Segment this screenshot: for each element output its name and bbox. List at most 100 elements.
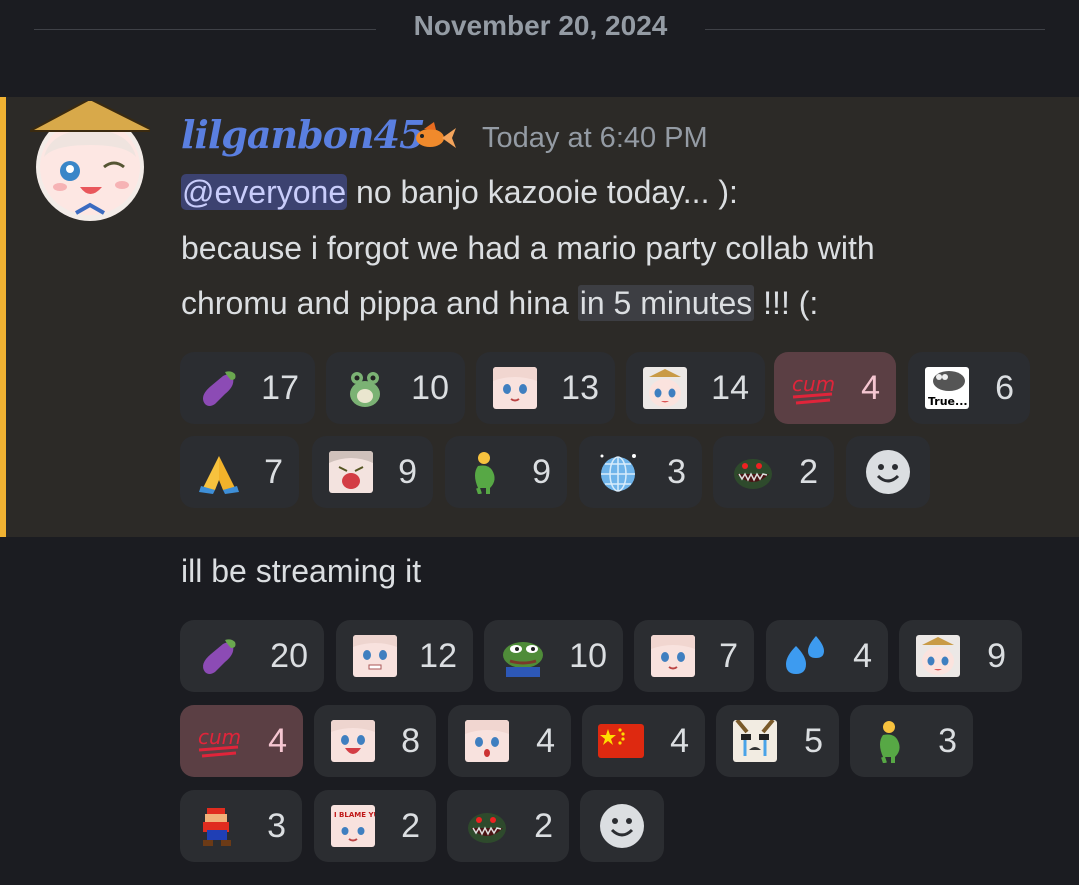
- mario-sprite-icon: [196, 805, 242, 847]
- blame-icon-label: I BLAME YUUKO?: [334, 811, 375, 819]
- reaction-eggplant[interactable]: 20: [180, 620, 324, 692]
- message-2-text: ill be streaming it: [181, 553, 422, 589]
- username[interactable]: lilganbon45: [181, 112, 426, 157]
- reaction-anime-face[interactable]: 7: [634, 620, 754, 692]
- reaction-piranha[interactable]: 2: [713, 436, 834, 508]
- smiley-icon: [866, 450, 910, 494]
- reaction-count: 20: [270, 637, 308, 675]
- message-text: chromu and pippa and hina: [181, 285, 578, 321]
- reaction-count: 10: [569, 637, 607, 675]
- reaction-count: 4: [536, 722, 555, 760]
- anime-face-icon: [492, 367, 538, 409]
- cum-icon-label: cum: [198, 725, 241, 749]
- anime-crying-icon: [328, 451, 374, 493]
- reaction-count: 7: [264, 453, 283, 491]
- reaction-anime-laugh[interactable]: 8: [314, 705, 436, 777]
- reaction-count: 6: [995, 369, 1014, 407]
- reaction-count: 4: [853, 637, 872, 675]
- anime-hat-face-icon: [642, 367, 688, 409]
- blame-yuuko-icon: I BLAME YUUKO?: [330, 805, 376, 847]
- reaction-eggplant[interactable]: 17: [180, 352, 315, 424]
- reaction-count: 4: [861, 369, 880, 407]
- mirror-ball-icon: [595, 451, 641, 493]
- divider-line-left: [34, 29, 376, 30]
- reaction-anime-face[interactable]: 13: [476, 352, 615, 424]
- reaction-blame-yuuko[interactable]: I BLAME YUUKO? 2: [314, 790, 436, 862]
- true-icon-label: True...: [928, 395, 968, 408]
- reaction-anime-shocked[interactable]: 4: [448, 705, 571, 777]
- divider-date: November 20, 2024: [413, 10, 668, 41]
- avatar[interactable]: [29, 97, 155, 221]
- anime-shocked-icon: [464, 720, 510, 762]
- reaction-folded-hands[interactable]: 7: [180, 436, 299, 508]
- smiley-icon: [600, 804, 644, 848]
- reaction-count: 4: [670, 722, 689, 760]
- reaction-count: 9: [398, 453, 417, 491]
- anime-grin-icon: [352, 635, 398, 677]
- cum-icon-label: cum: [792, 372, 835, 396]
- reaction-crying-meme[interactable]: 5: [716, 705, 839, 777]
- true-seal-icon: True...: [924, 367, 970, 409]
- anime-face-icon: [650, 635, 696, 677]
- reaction-anime-hat[interactable]: 9: [899, 620, 1022, 692]
- piranha-fish-icon: [463, 805, 509, 847]
- reaction-anime-grin[interactable]: 12: [336, 620, 473, 692]
- reaction-mario[interactable]: 3: [180, 790, 302, 862]
- reaction-count: 12: [419, 637, 457, 675]
- message-line-3: chromu and pippa and hina in 5 minutes !…: [181, 283, 818, 323]
- anime-laugh-icon: [330, 720, 376, 762]
- reaction-count: 9: [532, 453, 551, 491]
- reaction-pepe[interactable]: 10: [484, 620, 623, 692]
- reaction-count: 8: [401, 722, 420, 760]
- reaction-mirror-ball[interactable]: 3: [579, 436, 702, 508]
- reaction-count: 2: [799, 453, 818, 491]
- date-divider: November 20, 2024: [0, 0, 1079, 60]
- piranha-fish-icon: [729, 451, 775, 493]
- add-reaction-button[interactable]: [846, 436, 930, 508]
- reaction-cum-selected[interactable]: cum 4: [774, 352, 896, 424]
- reaction-count: 2: [401, 807, 420, 845]
- pregnant-man-icon: [866, 720, 912, 763]
- reaction-anime-crying[interactable]: 9: [312, 436, 433, 508]
- message-line-1: @everyone no banjo kazooie today... ):: [181, 172, 738, 212]
- reaction-true-seal[interactable]: True... 6: [908, 352, 1030, 424]
- reaction-pregnant-man[interactable]: 3: [850, 705, 973, 777]
- message-line-2: because i forgot we had a mario party co…: [181, 230, 875, 266]
- message-text: !!! (:: [754, 285, 819, 321]
- message-text: no banjo kazooie today... ):: [347, 174, 738, 210]
- reaction-count: 5: [804, 722, 823, 760]
- cum-100-icon: cum: [790, 367, 836, 409]
- frog-plush-icon: [342, 367, 388, 409]
- goldfish-icon: [410, 118, 458, 156]
- reaction-count: 2: [534, 807, 553, 845]
- eggplant-icon: [196, 367, 242, 409]
- reaction-count: 9: [987, 637, 1006, 675]
- reaction-pregnant-man[interactable]: 9: [445, 436, 567, 508]
- pregnant-man-icon: [461, 451, 507, 494]
- reaction-count: 10: [411, 369, 449, 407]
- eggplant-icon: [196, 635, 242, 677]
- reaction-anime-hat[interactable]: 14: [626, 352, 765, 424]
- crying-meme-icon: [732, 720, 778, 762]
- reaction-china-flag[interactable]: 4: [582, 705, 705, 777]
- china-flag-icon: [598, 720, 644, 762]
- reaction-count: 3: [267, 807, 286, 845]
- reaction-sweat-droplets[interactable]: 4: [766, 620, 888, 692]
- reaction-cum-selected[interactable]: cum 4: [180, 705, 303, 777]
- reaction-count: 13: [561, 369, 599, 407]
- reaction-count: 14: [711, 369, 749, 407]
- divider-line-right: [705, 29, 1045, 30]
- reaction-count: 3: [938, 722, 957, 760]
- sweat-droplets-icon: [782, 635, 828, 677]
- reaction-count: 3: [667, 453, 686, 491]
- folded-hands-icon: [196, 451, 242, 494]
- anime-hat-face-icon: [915, 635, 961, 677]
- reaction-count: 17: [261, 369, 299, 407]
- cum-100-icon: cum: [196, 720, 242, 762]
- reaction-frog[interactable]: 10: [326, 352, 465, 424]
- reaction-piranha[interactable]: 2: [447, 790, 569, 862]
- add-reaction-button[interactable]: [580, 790, 664, 862]
- timestamp: Today at 6:40 PM: [482, 122, 708, 154]
- reaction-count: 4: [268, 722, 287, 760]
- everyone-mention[interactable]: @everyone: [181, 174, 348, 210]
